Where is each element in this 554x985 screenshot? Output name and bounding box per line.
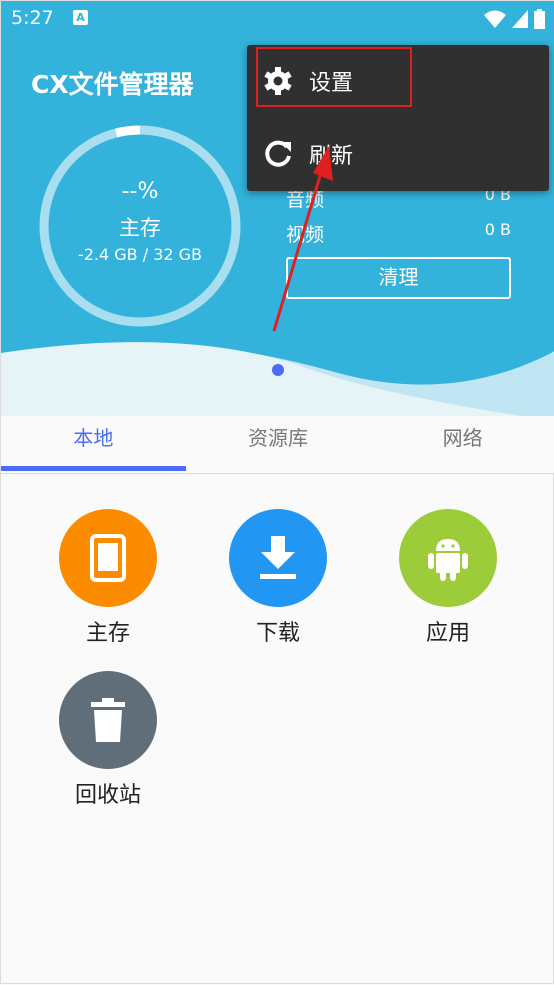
menu-label: 刷新 <box>309 144 354 169</box>
shortcut-label: 下载 <box>255 621 300 646</box>
download-icon <box>229 509 327 607</box>
tab-local[interactable]: 本地 <box>1 416 186 473</box>
tab-library[interactable]: 资源库 <box>186 416 371 473</box>
shortcut-apps[interactable]: 应用 <box>383 509 513 647</box>
storage-label: 主存 <box>119 216 161 240</box>
shortcut-download[interactable]: 下载 <box>213 509 343 647</box>
stat-video: 视频 0 B <box>286 220 511 247</box>
stat-label: 视频 <box>286 224 325 246</box>
refresh-icon <box>265 140 291 167</box>
status-time: 5:27 <box>11 7 54 29</box>
app-title: CX文件管理器 <box>31 70 194 99</box>
status-bar: 5:27 A <box>11 7 545 33</box>
wifi-icon <box>484 10 506 28</box>
shortcut-label: 应用 <box>425 621 470 646</box>
shortcut-label: 主存 <box>85 621 130 646</box>
notification-icon: A <box>73 10 88 25</box>
trash-icon <box>59 671 157 769</box>
tab-bar: 本地 资源库 网络 <box>1 416 554 474</box>
battery-icon <box>534 9 545 29</box>
signal-icon <box>512 10 528 28</box>
page-indicator[interactable] <box>272 364 284 376</box>
storage-percent: --% <box>121 179 159 204</box>
annotation-highlight-box <box>256 47 412 107</box>
clean-button[interactable]: 清理 <box>286 257 511 299</box>
tab-network[interactable]: 网络 <box>370 416 554 473</box>
shortcut-label: 回收站 <box>74 783 141 808</box>
tablet-icon <box>59 509 157 607</box>
shortcut-recycle-bin[interactable]: 回收站 <box>43 671 173 809</box>
shortcut-main-storage[interactable]: 主存 <box>43 509 173 647</box>
menu-item-refresh[interactable]: 刷新 <box>247 124 549 184</box>
stat-value: 0 B <box>484 220 511 239</box>
android-icon <box>399 509 497 607</box>
storage-size: -2.4 GB / 32 GB <box>77 245 203 264</box>
